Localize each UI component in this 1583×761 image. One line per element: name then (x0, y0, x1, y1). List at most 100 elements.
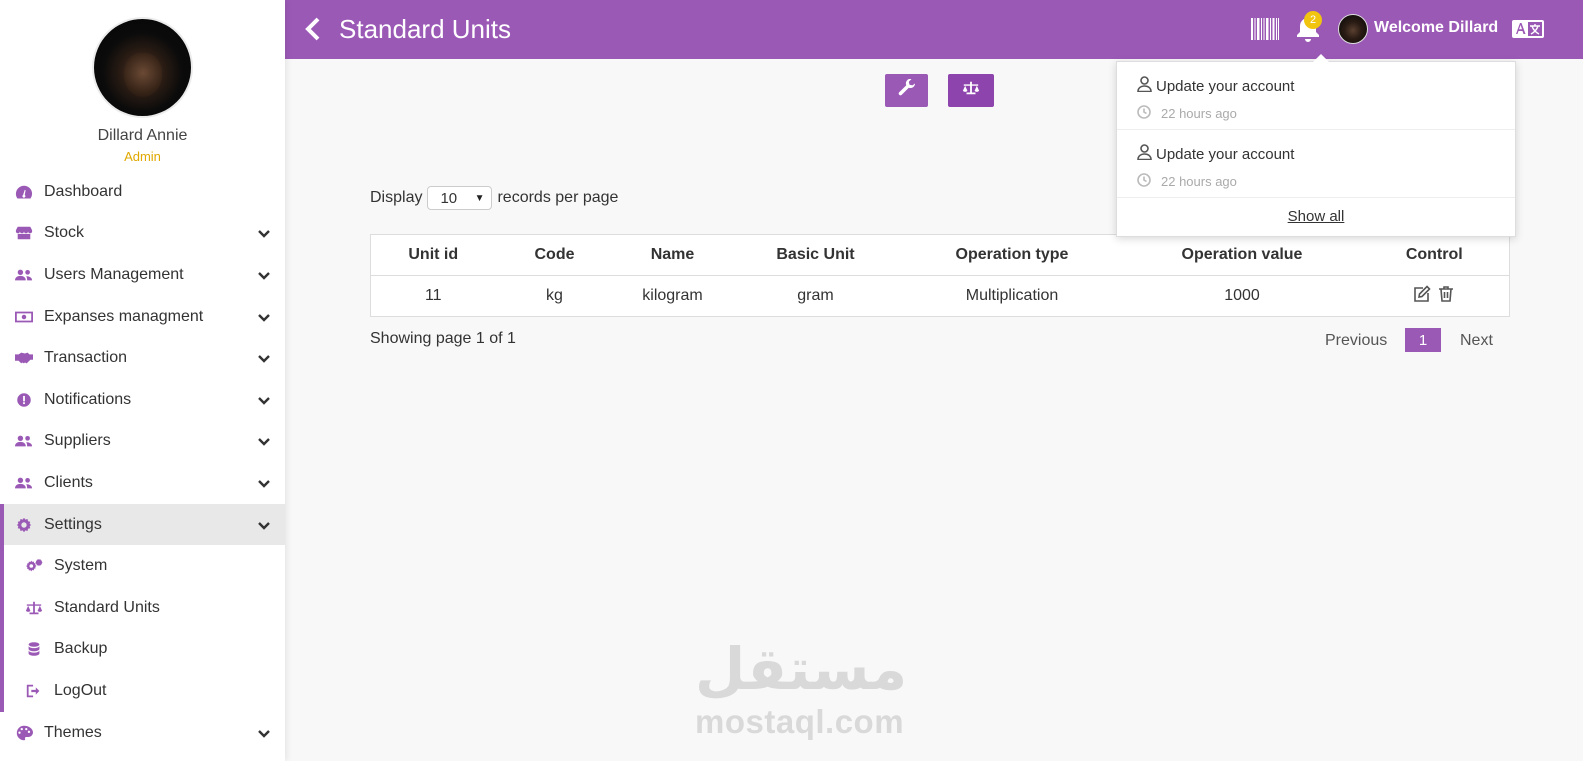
sidebar-item-suppliers[interactable]: Suppliers (0, 421, 285, 463)
notifications-dropdown: Update your account 22 hours ago Update … (1116, 54, 1516, 237)
watermark-arabic: مستقل (695, 635, 908, 703)
records-per-page-control: Display 10 ▼ records per page (370, 186, 618, 210)
records-suffix-label: records per page (497, 189, 619, 206)
sidebar-item-label: Notifications (44, 390, 132, 408)
sidebar-item-label: Backup (54, 640, 108, 658)
records-per-page-select[interactable]: 10 ▼ (427, 186, 493, 210)
sidebar-item-notifications[interactable]: Notifications (0, 379, 285, 421)
clock-icon (1137, 105, 1161, 122)
chevron-down-icon (257, 393, 271, 407)
sidebar-item-label: LogOut (54, 681, 107, 699)
edit-icon[interactable] (1413, 284, 1431, 308)
sidebar-item-standard-units[interactable]: Standard Units (4, 587, 285, 629)
sidebar-item-label: System (54, 557, 108, 575)
caret-down-icon: ▼ (474, 192, 485, 204)
sidebar-item-label: Clients (44, 473, 93, 491)
profile-avatar[interactable] (92, 17, 193, 118)
sidebar-item-label: Themes (44, 723, 102, 741)
wrench-icon (898, 78, 916, 102)
user-name: Dillard Annie (97, 127, 188, 144)
show-all-link[interactable]: Show all (1117, 198, 1515, 225)
barcode-icon[interactable] (1251, 18, 1279, 40)
user-icon (1137, 76, 1156, 96)
sidebar-item-system[interactable]: System (4, 545, 285, 587)
sidebar-item-label: Expanses managment (44, 307, 204, 325)
gear-icon (14, 517, 34, 533)
display-label: Display (370, 189, 423, 206)
sidebar-item-transaction[interactable]: Transaction (0, 337, 285, 379)
chevron-down-icon (257, 268, 271, 282)
cell-control (1360, 276, 1510, 317)
notification-title: Update your account (1156, 77, 1295, 95)
sidebar: Dillard Annie Admin Dashboard Stock User… (0, 0, 285, 761)
store-icon (14, 225, 34, 241)
column-header: Control (1359, 234, 1510, 276)
sidebar-nav: Dashboard Stock Users Management Expanse… (0, 171, 285, 753)
column-header[interactable]: Unit id (370, 234, 496, 276)
trash-icon[interactable] (1437, 285, 1455, 308)
chevron-down-icon (257, 226, 271, 240)
table-header-row: Unit id Code Name Basic Unit Operation t… (370, 234, 1510, 276)
sidebar-item-label: Settings (44, 515, 102, 533)
chevron-down-icon (257, 726, 271, 740)
sidebar-item-clients[interactable]: Clients (0, 462, 285, 504)
sidebar-item-expanses[interactable]: Expanses managment (0, 296, 285, 338)
back-arrow-icon[interactable] (305, 17, 321, 41)
sidebar-item-users-management[interactable]: Users Management (0, 254, 285, 296)
sidebar-item-label: Dashboard (44, 182, 123, 200)
palette-icon (14, 725, 34, 741)
sidebar-item-stock[interactable]: Stock (0, 213, 285, 255)
users-icon (14, 475, 34, 491)
pagination-previous[interactable]: Previous (1325, 328, 1387, 354)
sidebar-item-logout[interactable]: LogOut (4, 670, 285, 712)
gears-icon (24, 558, 44, 574)
standard-units-button[interactable] (948, 74, 994, 107)
sidebar-item-themes[interactable]: Themes (0, 712, 285, 754)
cell-name: kilogram (642, 287, 703, 304)
sidebar-item-label: Stock (44, 224, 85, 242)
settings-tool-button[interactable] (885, 74, 928, 107)
notification-item[interactable]: Update your account 22 hours ago (1117, 62, 1515, 130)
database-icon (24, 641, 44, 657)
language-icon[interactable] (1512, 20, 1544, 38)
chevron-down-icon (257, 476, 271, 490)
cell-basic-unit: gram (797, 287, 834, 304)
cell-operation-value: 1000 (1224, 287, 1260, 304)
cell-operation-type: Multiplication (965, 287, 1059, 304)
column-header[interactable]: Name (613, 234, 732, 276)
pagination-info: Showing page 1 of 1 (370, 330, 516, 347)
notification-title: Update your account (1156, 145, 1295, 163)
column-header[interactable]: Code (495, 234, 614, 276)
notification-time: 22 hours ago (1161, 106, 1237, 121)
chevron-down-icon (257, 518, 271, 532)
avatar[interactable] (1338, 14, 1368, 44)
welcome-text[interactable]: Welcome Dillard (1374, 19, 1498, 37)
column-header[interactable]: Operation type (899, 234, 1125, 276)
pagination-current-page[interactable]: 1 (1405, 328, 1441, 352)
handshake-icon (14, 350, 34, 366)
table-row: 11 kg kilogram gram Multiplication 1000 (371, 276, 1510, 317)
sidebar-item-dashboard[interactable]: Dashboard (0, 171, 285, 213)
top-bar: Standard Units 2 Welcome Dillard (285, 0, 1583, 59)
cell-unit-id: 11 (424, 287, 442, 304)
users-icon (14, 267, 34, 283)
column-header[interactable]: Operation value (1124, 234, 1360, 276)
notification-item[interactable]: Update your account 22 hours ago (1117, 130, 1515, 198)
sidebar-item-settings[interactable]: Settings (0, 503, 285, 546)
logout-icon (24, 683, 44, 699)
page-title: Standard Units (339, 14, 511, 44)
dashboard-icon (14, 184, 34, 200)
sidebar-item-label: Transaction (44, 349, 127, 367)
notification-count-badge: 2 (1304, 11, 1322, 29)
scale-icon (962, 79, 980, 102)
watermark-latin: mostaql.com (695, 703, 905, 740)
sidebar-item-label: Standard Units (54, 598, 160, 616)
money-icon (14, 309, 34, 325)
chevron-down-icon (257, 434, 271, 448)
notification-time: 22 hours ago (1161, 174, 1237, 189)
column-header[interactable]: Basic Unit (731, 234, 900, 276)
sidebar-item-backup[interactable]: Backup (4, 629, 285, 671)
pagination-next[interactable]: Next (1460, 328, 1493, 354)
user-role: Admin (124, 149, 161, 164)
clock-icon (1137, 173, 1161, 190)
